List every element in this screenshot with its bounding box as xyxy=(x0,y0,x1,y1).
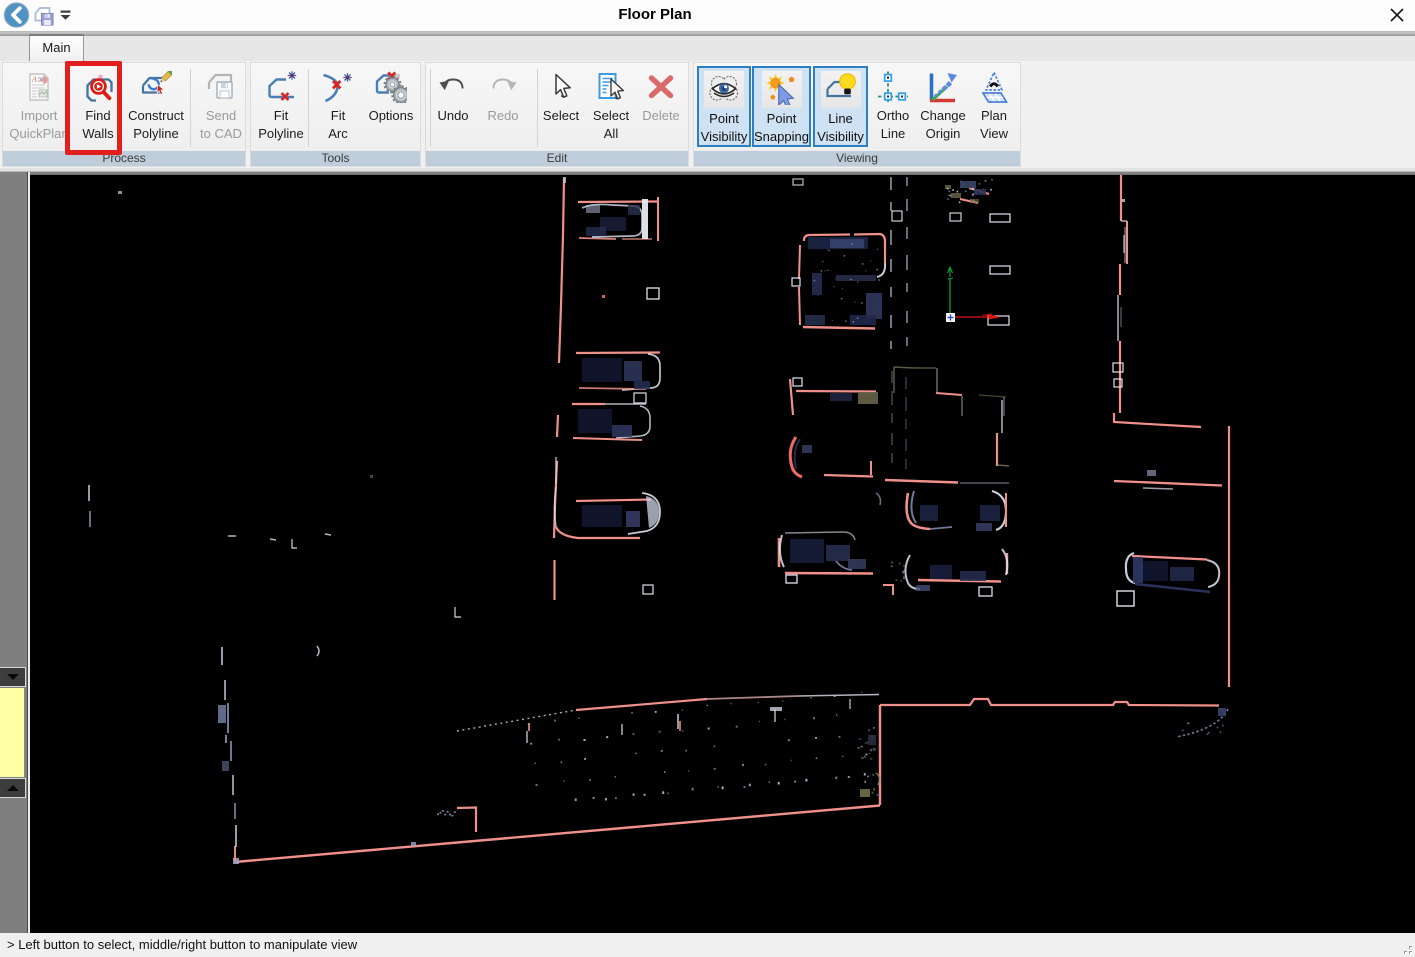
svg-text:A: A xyxy=(31,75,37,84)
